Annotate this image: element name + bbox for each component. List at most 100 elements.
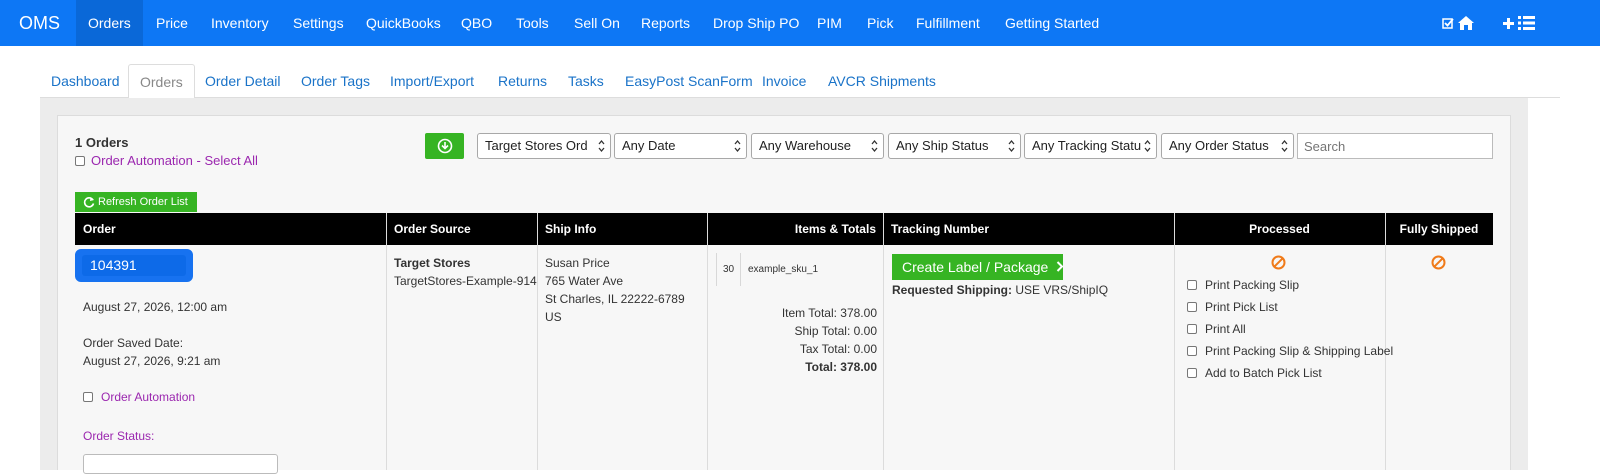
print-slip-and-label-checkbox[interactable]	[1187, 346, 1197, 356]
search-input[interactable]	[1297, 133, 1493, 159]
tab-invoice[interactable]: Invoice	[751, 64, 817, 98]
refresh-label: Refresh Order List	[98, 196, 188, 208]
order-status-label: Order Status:	[83, 429, 155, 443]
select-arrows-icon	[1281, 139, 1288, 153]
add-to-batch-pick-list-option[interactable]: Add to Batch Pick List	[1187, 366, 1322, 380]
order-source-id: TargetStores-Example-914	[394, 274, 537, 288]
ship-status-filter-value: Any Ship Status	[896, 138, 989, 153]
order-status-select[interactable]	[83, 454, 278, 474]
requested-shipping-label: Requested Shipping:	[892, 283, 1012, 297]
nav-right-home-group[interactable]	[1442, 12, 1474, 34]
nav-reports[interactable]: Reports	[629, 0, 702, 46]
check-square-icon	[1442, 18, 1454, 29]
order-automation-checkbox[interactable]	[83, 392, 93, 402]
nav-inventory[interactable]: Inventory	[199, 0, 281, 46]
column-divider	[707, 213, 708, 470]
print-packing-slip-option[interactable]: Print Packing Slip	[1187, 278, 1299, 292]
brand-logo[interactable]: OMS	[19, 0, 60, 46]
order-count: 1 Orders	[75, 135, 129, 150]
header-tracking-number: Tracking Number	[891, 222, 990, 236]
order-date: August 27, 2026, 12:00 am	[83, 300, 228, 314]
automation-select-all[interactable]: Order Automation - Select All	[75, 153, 258, 168]
tab-order-detail[interactable]: Order Detail	[194, 64, 291, 98]
tab-returns[interactable]: Returns	[487, 64, 558, 98]
nav-tools[interactable]: Tools	[504, 0, 561, 46]
warehouse-filter-select[interactable]: Any Warehouse	[751, 133, 884, 159]
nav-settings[interactable]: Settings	[281, 0, 356, 46]
top-navbar: OMS Orders Price Inventory Settings Quic…	[0, 0, 1600, 46]
column-divider	[1174, 213, 1175, 470]
item-total: Item Total: 378.00	[781, 306, 877, 320]
ship-status-filter-select[interactable]: Any Ship Status	[888, 133, 1021, 159]
tab-easypost-scanform[interactable]: EasyPost ScanForm	[614, 64, 764, 98]
header-processed: Processed	[1249, 222, 1310, 236]
orders-table-header: Order Order Source Ship Info Items & Tot…	[75, 213, 1493, 245]
home-icon	[1458, 16, 1474, 30]
ship-street: 765 Water Ave	[545, 274, 624, 288]
tab-dashboard[interactable]: Dashboard	[40, 64, 131, 98]
nav-price[interactable]: Price	[144, 0, 200, 46]
item-quantity: 30	[716, 253, 741, 286]
tab-tasks[interactable]: Tasks	[557, 64, 615, 98]
order-automation-label[interactable]: Order Automation	[101, 390, 195, 404]
header-order-source: Order Source	[394, 222, 471, 236]
order-status-filter-select[interactable]: Any Order Status	[1161, 133, 1294, 159]
tab-orders[interactable]: Orders	[128, 64, 195, 99]
select-all-checkbox[interactable]	[75, 155, 85, 166]
item-sku[interactable]: example_sku_1	[748, 253, 818, 286]
nav-quickbooks[interactable]: QuickBooks	[354, 0, 453, 46]
tab-import-export[interactable]: Import/Export	[379, 64, 485, 98]
nav-right-add-group[interactable]	[1503, 12, 1535, 34]
ship-name: Susan Price	[545, 256, 610, 270]
nav-getting-started[interactable]: Getting Started	[993, 0, 1111, 46]
tab-order-tags[interactable]: Order Tags	[290, 64, 381, 98]
add-to-batch-pick-list-checkbox[interactable]	[1187, 368, 1197, 378]
print-slip-and-label-option[interactable]: Print Packing Slip & Shipping Label	[1187, 344, 1393, 358]
nav-fulfillment[interactable]: Fulfillment	[904, 0, 992, 46]
refresh-icon	[83, 197, 95, 208]
print-pick-list-label: Print Pick List	[1205, 300, 1278, 314]
nav-qbo[interactable]: QBO	[449, 0, 504, 46]
select-arrows-icon	[1008, 139, 1015, 153]
nav-pim[interactable]: PIM	[805, 0, 854, 46]
order-number-link[interactable]: 104391	[75, 249, 193, 282]
tracking-status-filter-select[interactable]: Any Tracking Statu	[1024, 133, 1157, 159]
print-pick-list-checkbox[interactable]	[1187, 302, 1197, 312]
order-status-filter-value: Any Order Status	[1169, 138, 1269, 153]
date-filter-select[interactable]: Any Date	[614, 133, 747, 159]
not-processed-icon	[1271, 255, 1286, 270]
download-button[interactable]	[425, 133, 464, 159]
nav-orders[interactable]: Orders	[76, 0, 143, 46]
order-automation[interactable]: Order Automation	[83, 390, 195, 404]
source-filter-select[interactable]: Target Stores Ord	[477, 133, 611, 159]
plus-icon	[1503, 17, 1514, 29]
refresh-order-list-button[interactable]: Refresh Order List	[75, 192, 197, 212]
select-arrows-icon	[871, 139, 878, 153]
column-divider	[1385, 213, 1386, 470]
nav-drop-ship-po[interactable]: Drop Ship PO	[701, 0, 811, 46]
chevron-right-icon	[1057, 261, 1064, 272]
grand-total: Total: 378.00	[805, 360, 877, 374]
column-divider	[537, 213, 538, 470]
source-filter-value: Target Stores Ord	[485, 138, 588, 153]
warehouse-filter-value: Any Warehouse	[759, 138, 852, 153]
automation-select-all-label[interactable]: Order Automation - Select All	[91, 153, 258, 168]
order-number[interactable]: 104391	[82, 255, 186, 276]
nav-sell-on[interactable]: Sell On	[562, 0, 632, 46]
tab-avcr-shipments[interactable]: AVCR Shipments	[817, 64, 947, 98]
nav-pick[interactable]: Pick	[855, 0, 905, 46]
create-label-button[interactable]: Create Label / Package	[892, 254, 1064, 280]
print-pick-list-option[interactable]: Print Pick List	[1187, 300, 1278, 314]
print-packing-slip-checkbox[interactable]	[1187, 280, 1197, 290]
print-all-option[interactable]: Print All	[1187, 322, 1246, 336]
download-circle-icon	[437, 138, 452, 154]
column-divider	[883, 213, 884, 470]
print-all-checkbox[interactable]	[1187, 324, 1197, 334]
ship-country: US	[545, 310, 562, 324]
select-arrows-icon	[598, 139, 605, 153]
column-divider	[386, 213, 387, 470]
header-items-totals: Items & Totals	[794, 222, 876, 236]
line-item: 30 example_sku_1	[716, 253, 876, 286]
requested-shipping: Requested Shipping: USE VRS/ShipIQ	[892, 283, 1108, 297]
ship-city: St Charles, IL 22222-6789	[545, 292, 685, 306]
